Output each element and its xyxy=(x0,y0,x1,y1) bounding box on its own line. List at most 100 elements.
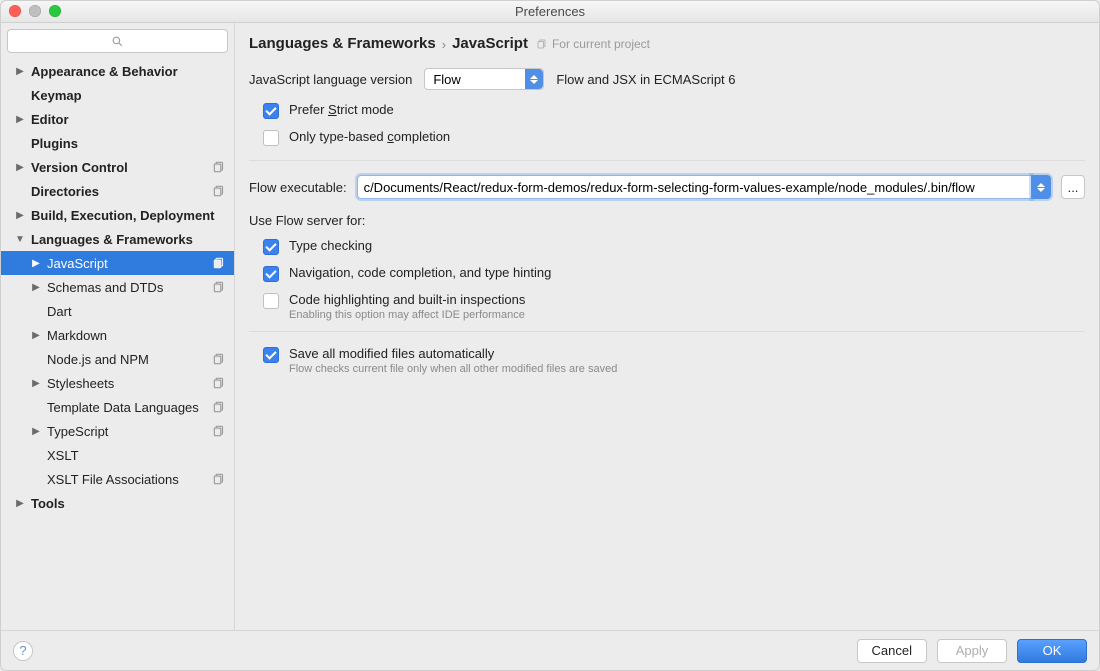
tree-item-label: Tools xyxy=(31,496,65,511)
type-completion-row[interactable]: Only type-based completion xyxy=(249,129,1085,146)
close-icon[interactable] xyxy=(9,5,21,17)
option-sub: Enabling this option may affect IDE perf… xyxy=(289,309,525,321)
project-scope-icon xyxy=(212,256,226,270)
tree-item[interactable]: Node.js and NPM xyxy=(1,347,234,371)
flow-executable-combo[interactable] xyxy=(357,175,1051,199)
tree-item-label: Directories xyxy=(31,184,99,199)
language-version-select[interactable]: Flow xyxy=(424,68,544,90)
tree-item-label: Keymap xyxy=(31,88,82,103)
tree-item-label: TypeScript xyxy=(47,424,108,439)
divider xyxy=(249,331,1085,332)
tree-item[interactable]: Keymap xyxy=(1,83,234,107)
flow-executable-input[interactable] xyxy=(357,175,1032,199)
tree-item[interactable]: Plugins xyxy=(1,131,234,155)
project-scope-icon xyxy=(212,472,226,486)
breadcrumb: Languages & Frameworks › JavaScript For … xyxy=(249,35,1085,52)
chevron-right-icon: ▶ xyxy=(31,282,41,293)
chevron-right-icon: ▶ xyxy=(15,210,25,221)
chevron-right-icon: ▶ xyxy=(15,66,25,77)
chevron-updown-icon xyxy=(525,69,543,89)
breadcrumb-current: JavaScript xyxy=(452,35,528,52)
tree-item[interactable]: Directories xyxy=(1,179,234,203)
project-scope-icon xyxy=(212,400,226,414)
checkbox[interactable] xyxy=(263,266,279,282)
chevron-right-icon: › xyxy=(442,37,446,52)
cancel-button[interactable]: Cancel xyxy=(857,639,927,663)
tree-item[interactable]: ▶ Editor xyxy=(1,107,234,131)
save-all-checkbox[interactable] xyxy=(263,347,279,363)
project-scope-icon xyxy=(212,376,226,390)
tree-item-label: Markdown xyxy=(47,328,107,343)
tree-item[interactable]: ▶ JavaScript xyxy=(1,251,234,275)
tree-item-label: Plugins xyxy=(31,136,78,151)
settings-tree[interactable]: ▶Appearance & Behavior Keymap ▶ Editor Plugi… xyxy=(1,57,234,630)
search-icon xyxy=(111,35,124,48)
tree-item[interactable]: XSLT File Associations xyxy=(1,467,234,491)
tree-item[interactable]: ▶ TypeScript xyxy=(1,419,234,443)
tree-item[interactable]: ▼Languages & Frameworks xyxy=(1,227,234,251)
chevron-right-icon: ▶ xyxy=(31,426,41,437)
tree-item-label: JavaScript xyxy=(47,256,108,271)
tree-item[interactable]: ▶ Stylesheets xyxy=(1,371,234,395)
chevron-down-icon: ▼ xyxy=(15,234,25,245)
checkbox[interactable] xyxy=(263,239,279,255)
prefer-strict-row[interactable]: Prefer Strict mode xyxy=(249,102,1085,119)
tree-item-label: Build, Execution, Deployment xyxy=(31,208,214,223)
tree-item[interactable]: Dart xyxy=(1,299,234,323)
project-scope-icon xyxy=(212,160,226,174)
use-flow-option[interactable]: Type checking xyxy=(249,238,1085,255)
chevron-right-icon: ▶ xyxy=(31,378,41,389)
tree-item[interactable]: XSLT xyxy=(1,443,234,467)
tree-item[interactable]: ▶Version Control xyxy=(1,155,234,179)
save-all-sub: Flow checks current file only when all o… xyxy=(289,363,617,375)
chevron-right-icon: ▶ xyxy=(15,162,25,173)
tree-item-label: XSLT xyxy=(47,448,79,463)
tree-item-label: Dart xyxy=(47,304,72,319)
help-button[interactable]: ? xyxy=(13,641,33,661)
use-flow-option[interactable]: Code highlighting and built-in inspectio… xyxy=(249,292,1085,321)
minimize-icon[interactable] xyxy=(29,5,41,17)
browse-button[interactable]: ... xyxy=(1061,175,1085,199)
chevron-updown-icon[interactable] xyxy=(1031,175,1051,199)
project-scope-hint: For current project xyxy=(536,37,650,51)
tree-item-label: Template Data Languages xyxy=(47,400,199,415)
tree-item[interactable]: Template Data Languages xyxy=(1,395,234,419)
window-title: Preferences xyxy=(515,4,585,19)
search-input[interactable] xyxy=(7,29,228,53)
option-label: Type checking xyxy=(289,238,372,253)
tree-item-label: Stylesheets xyxy=(47,376,114,391)
sidebar: ▶Appearance & Behavior Keymap ▶ Editor Plugi… xyxy=(1,23,235,630)
tree-item[interactable]: ▶Tools xyxy=(1,491,234,515)
tree-item-label: Node.js and NPM xyxy=(47,352,149,367)
copy-icon xyxy=(536,38,548,50)
tree-item[interactable]: ▶ Schemas and DTDs xyxy=(1,275,234,299)
flow-executable-label: Flow executable: xyxy=(249,180,347,195)
ok-button[interactable]: OK xyxy=(1017,639,1087,663)
breadcrumb-parent[interactable]: Languages & Frameworks xyxy=(249,35,436,52)
tree-item-label: XSLT File Associations xyxy=(47,472,179,487)
preferences-window: Preferences ▶Appearance & Behavior Keymap… xyxy=(0,0,1100,671)
apply-button[interactable]: Apply xyxy=(937,639,1007,663)
tree-item[interactable]: ▶ Build, Execution, Deployment xyxy=(1,203,234,227)
dialog-footer: ? Cancel Apply OK xyxy=(1,630,1099,670)
prefer-strict-checkbox[interactable] xyxy=(263,103,279,119)
type-completion-label: Only type-based completion xyxy=(289,129,450,144)
type-completion-checkbox[interactable] xyxy=(263,130,279,146)
titlebar: Preferences xyxy=(1,1,1099,23)
language-version-note: Flow and JSX in ECMAScript 6 xyxy=(556,72,735,87)
chevron-right-icon: ▶ xyxy=(31,330,41,341)
tree-item[interactable]: ▶Appearance & Behavior xyxy=(1,59,234,83)
language-version-label: JavaScript language version xyxy=(249,72,412,87)
use-flow-option[interactable]: Navigation, code completion, and type hi… xyxy=(249,265,1085,282)
chevron-right-icon: ▶ xyxy=(15,114,25,125)
chevron-right-icon: ▶ xyxy=(31,258,41,269)
zoom-icon[interactable] xyxy=(49,5,61,17)
save-all-row[interactable]: Save all modified files automatically Fl… xyxy=(249,346,1085,375)
save-all-label: Save all modified files automatically xyxy=(289,346,617,361)
language-version-row: JavaScript language version Flow Flow an… xyxy=(249,68,1085,90)
use-flow-label: Use Flow server for: xyxy=(249,213,1085,228)
tree-item-label: Editor xyxy=(31,112,69,127)
tree-item-label: Schemas and DTDs xyxy=(47,280,163,295)
tree-item[interactable]: ▶ Markdown xyxy=(1,323,234,347)
checkbox[interactable] xyxy=(263,293,279,309)
